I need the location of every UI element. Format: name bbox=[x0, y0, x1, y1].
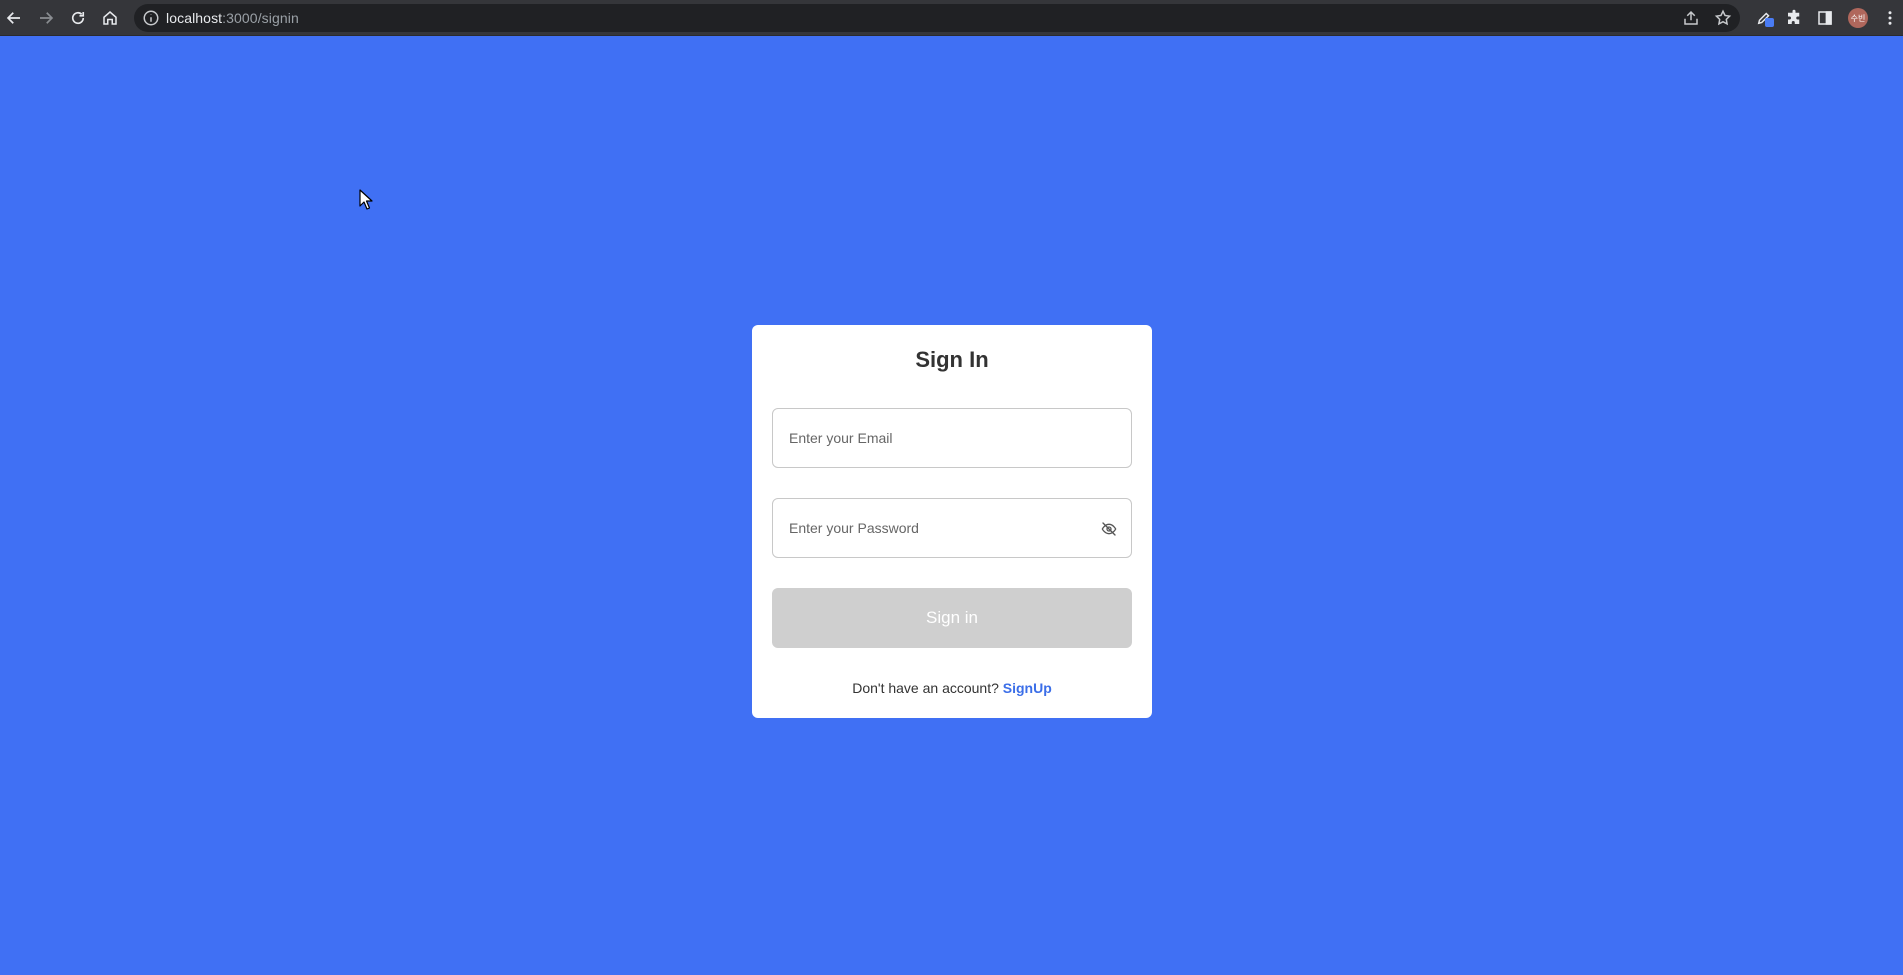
reload-icon bbox=[71, 11, 85, 25]
star-icon[interactable] bbox=[1714, 9, 1732, 27]
home-icon bbox=[103, 11, 117, 25]
home-button[interactable] bbox=[98, 6, 122, 30]
side-panel-icon bbox=[1818, 11, 1832, 25]
url-text: localhost:3000/signin bbox=[166, 4, 299, 32]
url-host: localhost bbox=[166, 10, 223, 26]
page-title: Sign In bbox=[915, 347, 989, 372]
side-panel-button[interactable] bbox=[1813, 6, 1837, 30]
arrow-left-icon bbox=[6, 12, 20, 24]
back-button[interactable] bbox=[2, 6, 26, 30]
address-bar[interactable]: localhost:3000/signin bbox=[134, 4, 1740, 32]
email-input[interactable] bbox=[773, 409, 1131, 467]
puzzle-icon bbox=[1788, 9, 1800, 24]
signup-prompt-text: Don't have an account? bbox=[852, 680, 999, 696]
menu-button[interactable] bbox=[1878, 6, 1902, 30]
extensions-button[interactable] bbox=[1782, 6, 1806, 30]
extension-badge bbox=[1765, 18, 1774, 27]
kebab-menu-icon bbox=[1888, 11, 1892, 25]
eye-off-icon[interactable] bbox=[1101, 521, 1117, 537]
info-icon[interactable] bbox=[142, 9, 160, 27]
password-input[interactable] bbox=[773, 499, 1131, 557]
arrow-right-icon bbox=[40, 12, 54, 24]
forward-button[interactable] bbox=[34, 6, 58, 30]
signup-link[interactable]: SignUp bbox=[1003, 680, 1052, 696]
email-field[interactable] bbox=[772, 408, 1132, 468]
password-field[interactable] bbox=[772, 498, 1132, 558]
signin-card: Sign In Sign in Don't have an account? S… bbox=[752, 325, 1152, 718]
signin-button[interactable]: Sign in bbox=[772, 588, 1132, 648]
profile-avatar[interactable]: 수빈 bbox=[1848, 8, 1868, 28]
url-path: :3000/signin bbox=[222, 10, 299, 26]
signup-prompt: Don't have an account? SignUp bbox=[752, 680, 1152, 696]
browser-toolbar: localhost:3000/signin 수빈 bbox=[0, 0, 1903, 36]
share-icon[interactable] bbox=[1682, 9, 1700, 27]
mouse-cursor-icon bbox=[359, 189, 373, 210]
reload-button[interactable] bbox=[66, 6, 90, 30]
